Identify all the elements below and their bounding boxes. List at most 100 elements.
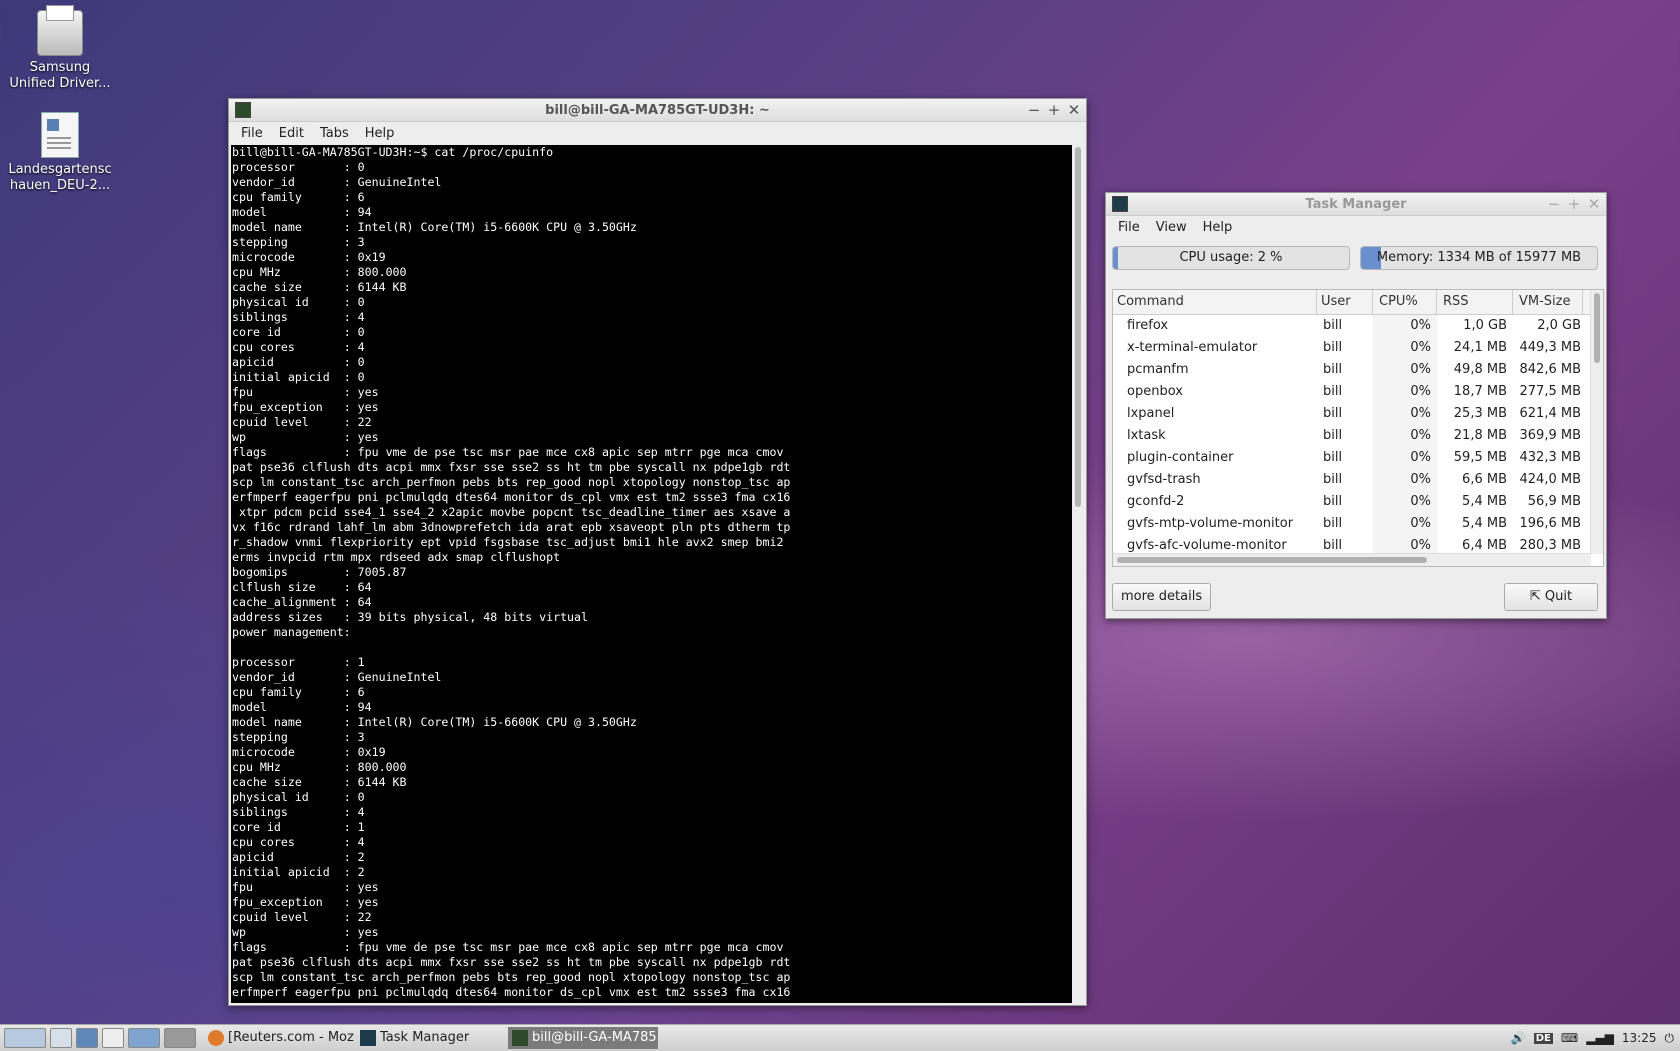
- process-vm-size: 369,9 MB: [1519, 428, 1581, 443]
- taskbar-task-terminal[interactable]: bill@bill-GA-MA785...: [508, 1027, 658, 1049]
- minimize-button[interactable]: −: [1026, 102, 1042, 118]
- quit-label: Quit: [1544, 589, 1573, 604]
- process-row[interactable]: lxtask bill 0% 21,8 MB 369,9 MB: [1113, 425, 1603, 447]
- desktop-icon-label: Landesgartensc hauen_DEU-2...: [8, 162, 112, 193]
- process-user: bill: [1323, 384, 1343, 399]
- minimize-button[interactable]: −: [1546, 196, 1562, 212]
- window-title: Task Manager: [1305, 196, 1407, 212]
- process-row[interactable]: plugin-container bill 0% 59,5 MB 432,3 MB: [1113, 447, 1603, 469]
- column-user[interactable]: User: [1317, 290, 1373, 314]
- process-user: bill: [1323, 406, 1343, 421]
- process-command: lxtask: [1127, 428, 1166, 443]
- more-details-button[interactable]: more details: [1112, 583, 1212, 611]
- process-cpu: 0%: [1373, 425, 1437, 447]
- task-manager-titlebar[interactable]: Task Manager − + ✕: [1106, 193, 1606, 216]
- process-row[interactable]: gconfd-2 bill 0% 5,4 MB 56,9 MB: [1113, 491, 1603, 513]
- quit-button[interactable]: ⇱ Quit: [1504, 583, 1598, 611]
- column-rss[interactable]: RSS: [1437, 290, 1513, 314]
- process-command: gconfd-2: [1127, 494, 1185, 509]
- terminal-launcher-icon[interactable]: [102, 1028, 124, 1048]
- process-list: firefox bill 0% 1,0 GB 2,0 GB x-terminal-emul…: [1113, 315, 1603, 557]
- close-button[interactable]: ✕: [1586, 196, 1602, 212]
- process-cpu: 0%: [1373, 469, 1437, 491]
- terminal-scrollbar[interactable]: [1072, 145, 1084, 1003]
- process-vm-size: 2,0 GB: [1537, 318, 1581, 333]
- task-label: Task Manager: [380, 1030, 470, 1045]
- process-command: lxpanel: [1127, 406, 1175, 421]
- start-menu-icon[interactable]: [4, 1028, 46, 1048]
- process-rss: 6,6 MB: [1462, 472, 1507, 487]
- maximize-button[interactable]: +: [1566, 196, 1582, 212]
- column-cpu[interactable]: CPU% ⌄: [1373, 290, 1437, 333]
- process-vm-size: 449,3 MB: [1519, 340, 1581, 355]
- process-cpu: 0%: [1373, 315, 1437, 337]
- maximize-button[interactable]: +: [1046, 102, 1062, 118]
- process-table-header: Command User CPU% ⌄ RSS VM-Size: [1113, 290, 1603, 333]
- menu-help[interactable]: Help: [357, 126, 403, 141]
- process-command: pcmanfm: [1127, 362, 1189, 377]
- desktop-icon-document[interactable]: Landesgartensc hauen_DEU-2...: [5, 112, 115, 194]
- close-button[interactable]: ✕: [1066, 102, 1082, 118]
- quit-icon: ⇱: [1529, 589, 1541, 604]
- cpu-usage-label: CPU usage: 2 %: [1179, 250, 1283, 265]
- taskbar-task-task-manager[interactable]: Task Manager: [356, 1027, 506, 1049]
- process-horizontal-scrollbar[interactable]: [1113, 553, 1591, 566]
- process-row[interactable]: lxpanel bill 0% 25,3 MB 621,4 MB: [1113, 403, 1603, 425]
- process-vertical-scrollbar[interactable]: [1590, 290, 1603, 554]
- column-vm-size[interactable]: VM-Size: [1513, 290, 1583, 314]
- scrollbar-thumb[interactable]: [1117, 557, 1427, 563]
- browser-icon[interactable]: [76, 1028, 98, 1048]
- process-table[interactable]: Command User CPU% ⌄ RSS VM-Size firefox b…: [1112, 289, 1604, 567]
- task-manager-icon: [360, 1030, 376, 1046]
- desktop-icon-samsung-driver[interactable]: Samsung Unified Driver...: [5, 5, 115, 92]
- scrollbar-thumb[interactable]: [1594, 293, 1600, 363]
- terminal-icon: [512, 1030, 528, 1046]
- process-row[interactable]: firefox bill 0% 1,0 GB 2,0 GB: [1113, 315, 1603, 337]
- menu-tabs[interactable]: Tabs: [312, 126, 357, 141]
- process-rss: 59,5 MB: [1453, 450, 1507, 465]
- file-manager-icon[interactable]: [50, 1028, 72, 1048]
- network-icon[interactable]: ▂▄▆: [1586, 1031, 1614, 1045]
- menu-file[interactable]: File: [1110, 220, 1148, 235]
- scrollbar-thumb[interactable]: [1075, 147, 1081, 507]
- process-user: bill: [1323, 494, 1343, 509]
- column-cpu-label: CPU%: [1379, 294, 1418, 309]
- menu-help[interactable]: Help: [1195, 220, 1241, 235]
- taskbar-task-firefox[interactable]: [Reuters.com - Moz...: [204, 1027, 354, 1049]
- volume-icon[interactable]: 🔊: [1511, 1031, 1526, 1045]
- terminal-text: bill@bill-GA-MA785GT-UD3H:~$ cat /proc/c…: [232, 145, 791, 999]
- menu-edit[interactable]: Edit: [271, 126, 312, 141]
- process-user: bill: [1323, 318, 1343, 333]
- terminal-titlebar[interactable]: bill@bill-GA-MA785GT-UD3H: ~ − + ✕: [229, 99, 1086, 122]
- process-cpu: 0%: [1373, 359, 1437, 381]
- task-manager-window: Task Manager − + ✕ File View Help CPU us…: [1105, 192, 1607, 619]
- keyboard-layout-indicator[interactable]: DE: [1533, 1032, 1553, 1044]
- memory-usage-label: Memory: 1334 MB of 15977 MB used: [1376, 250, 1582, 265]
- process-row[interactable]: pcmanfm bill 0% 49,8 MB 842,6 MB: [1113, 359, 1603, 381]
- process-row[interactable]: x-terminal-emulator bill 0% 24,1 MB 449,3 MB: [1113, 337, 1603, 359]
- keyboard-icon[interactable]: ⌨: [1561, 1031, 1578, 1045]
- memory-usage-bar: Memory: 1334 MB of 15977 MB used: [1360, 246, 1598, 270]
- printer-icon: [37, 5, 83, 56]
- clock[interactable]: 13:25: [1622, 1031, 1657, 1045]
- menu-file[interactable]: File: [233, 126, 271, 141]
- desktop-icon-label: Samsung Unified Driver...: [9, 60, 111, 91]
- column-command[interactable]: Command: [1113, 290, 1317, 314]
- process-rss: 18,7 MB: [1453, 384, 1507, 399]
- process-command: x-terminal-emulator: [1127, 340, 1258, 355]
- terminal-output[interactable]: bill@bill-GA-MA785GT-UD3H:~$ cat /proc/c…: [231, 145, 1072, 1003]
- process-row[interactable]: gvfs-mtp-volume-monitor bill 0% 5,4 MB 196,6…: [1113, 513, 1603, 535]
- process-command: gvfs-mtp-volume-monitor: [1127, 516, 1294, 531]
- document-icon: [41, 112, 79, 158]
- system-tray: 🔊 DE ⌨ ▂▄▆ 13:25 ⏻: [1511, 1031, 1680, 1046]
- process-vm-size: 424,0 MB: [1519, 472, 1581, 487]
- menu-view[interactable]: View: [1148, 220, 1195, 235]
- process-cpu: 0%: [1373, 447, 1437, 469]
- power-icon[interactable]: ⏻: [1665, 1031, 1675, 1046]
- process-row[interactable]: gvfsd-trash bill 0% 6,6 MB 424,0 MB: [1113, 469, 1603, 491]
- process-cpu: 0%: [1373, 381, 1437, 403]
- desktop-pager-icon[interactable]: [164, 1028, 196, 1048]
- desktop-pager-icon[interactable]: [128, 1028, 160, 1048]
- terminal-menubar: File Edit Tabs Help: [229, 122, 1086, 144]
- process-row[interactable]: openbox bill 0% 18,7 MB 277,5 MB: [1113, 381, 1603, 403]
